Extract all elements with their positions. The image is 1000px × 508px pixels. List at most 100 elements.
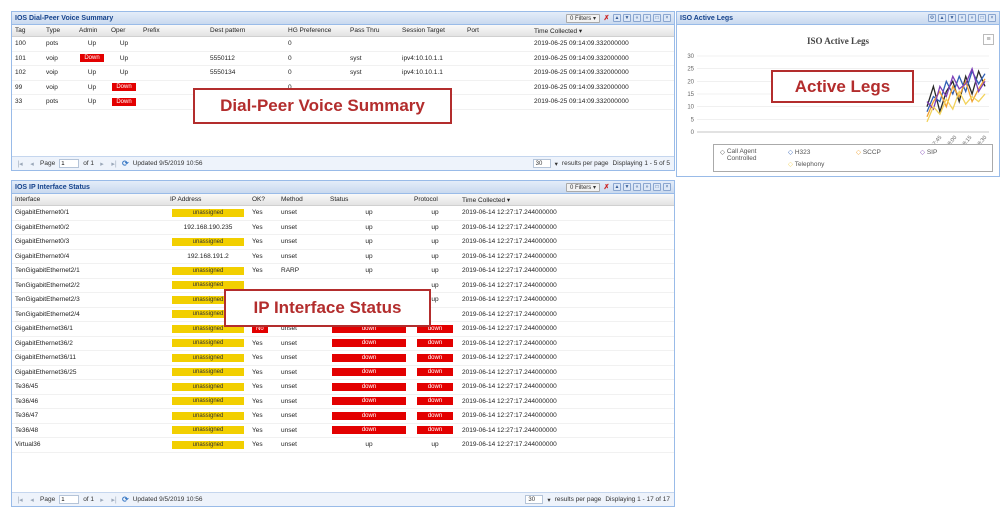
collapse-left-icon[interactable]: « xyxy=(633,183,641,191)
col-header-admin[interactable]: Admin xyxy=(76,27,108,34)
table-row[interactable]: Te36/48 unassigned Yes unset down down 2019-06… xyxy=(12,424,674,438)
col-header-ip-address[interactable]: IP Address xyxy=(167,196,249,203)
cell-time-collected: 2019-06-14 12:27:17.244000000 xyxy=(462,412,557,420)
cell-time-collected: 2019-06-25 09:14:09.332000000 xyxy=(534,69,629,77)
last-page-icon[interactable]: ▸| xyxy=(110,160,118,168)
col-header-prefix[interactable]: Prefix xyxy=(140,27,207,34)
cell-status: down xyxy=(327,339,411,348)
settings-icon[interactable]: ⚙ xyxy=(928,14,936,22)
legend-sip[interactable]: ◇ SIP xyxy=(920,148,937,156)
table-row[interactable]: GigabitEthernet36/25 unassigned Yes unset do… xyxy=(12,366,674,380)
col-header-ok[interactable]: OK? xyxy=(249,196,278,203)
expand-right-icon[interactable]: » xyxy=(643,14,651,22)
table-row[interactable]: Te36/45 unassigned Yes unset down down 2019-06… xyxy=(12,380,674,395)
legend-h323[interactable]: ◇ H323 xyxy=(788,148,810,156)
close-icon[interactable]: × xyxy=(988,14,996,22)
prev-page-icon[interactable]: ◂ xyxy=(28,160,36,168)
per-page-select[interactable]: 30 xyxy=(532,159,551,168)
dialpeer-pager: |◂ ◂ Page of 1 ▸ ▸| ⟳ Updated 9/5/2019 1… xyxy=(12,156,674,170)
close-icon[interactable]: × xyxy=(663,14,671,22)
table-row[interactable]: GigabitEthernet0/3 unassigned Yes unset up up… xyxy=(12,235,674,250)
chart-title: ISO Active Legs xyxy=(807,36,869,46)
cell-time-collected: 2019-06-14 12:27:17.244000000 xyxy=(462,252,557,260)
prev-page-icon[interactable]: ◂ xyxy=(28,496,36,504)
clear-filter-icon[interactable]: ✗ xyxy=(602,14,611,23)
refresh-icon[interactable]: ⟳ xyxy=(122,159,129,168)
col-header-session-target[interactable]: Session Target xyxy=(399,27,464,34)
col-header-oper[interactable]: Oper xyxy=(108,27,140,34)
table-row[interactable]: GigabitEthernet36/11 unassigned Yes unset do… xyxy=(12,351,674,366)
legend-telephony[interactable]: ◇ Telephony xyxy=(788,160,824,168)
table-row[interactable]: Te36/47 unassigned Yes unset down down 2019-06… xyxy=(12,409,674,424)
next-page-icon[interactable]: ▸ xyxy=(98,496,106,504)
table-row[interactable]: 101 voip Down Up 5550112 0 syst ipv4:10.10.1.1 2… xyxy=(12,52,674,66)
page-number-input[interactable] xyxy=(59,159,80,168)
col-header-time-collected[interactable]: Time Collected ▾ xyxy=(531,27,671,35)
next-page-icon[interactable]: ▸ xyxy=(98,160,106,168)
table-row[interactable]: GigabitEthernet36/2 unassigned Yes unset dow… xyxy=(12,337,674,351)
maximize-icon[interactable]: □ xyxy=(653,183,661,191)
table-row[interactable]: GigabitEthernet0/1 unassigned Yes unset up up… xyxy=(12,206,674,221)
per-page-dropdown-icon[interactable]: ▾ xyxy=(547,496,550,504)
first-page-icon[interactable]: |◂ xyxy=(16,496,24,504)
maximize-icon[interactable]: □ xyxy=(653,14,661,22)
cell-ok: Yes xyxy=(252,267,263,275)
cell-method: unset xyxy=(281,368,297,376)
col-header-status[interactable]: Status xyxy=(327,196,411,203)
cell-method: unset xyxy=(281,383,297,391)
col-header-type[interactable]: Type xyxy=(43,27,76,34)
cell-ip-address: unassigned xyxy=(167,339,249,348)
move-down-icon[interactable]: ▼ xyxy=(623,14,631,22)
table-row[interactable]: Virtual36 unassigned Yes unset up up 2019-06-1… xyxy=(12,438,674,453)
clear-filter-icon[interactable]: ✗ xyxy=(602,183,611,192)
collapse-left-icon[interactable]: « xyxy=(633,14,641,22)
cell-type: voip xyxy=(46,54,58,62)
maximize-icon[interactable]: □ xyxy=(978,14,986,22)
table-row[interactable]: TenGigabitEthernet2/1 unassigned Yes RARP up… xyxy=(12,264,674,279)
cell-time-collected: 2019-06-14 12:27:17.244000000 xyxy=(462,223,557,231)
legend-sccp[interactable]: ◇ SCCP xyxy=(856,148,881,156)
col-header-protocol[interactable]: Protocol xyxy=(411,196,459,203)
collapse-left-icon[interactable]: « xyxy=(958,14,966,22)
col-header-hg-preference[interactable]: HG Preference xyxy=(285,27,347,34)
table-row[interactable]: GigabitEthernet0/2 192.168.190.235 Yes unse… xyxy=(12,221,674,235)
chart-menu-icon[interactable]: ≡ xyxy=(983,34,994,45)
table-row[interactable]: 102 voip Up Up 5550134 0 syst ipv4:10.10.1.1 201… xyxy=(12,66,674,81)
move-up-icon[interactable]: ▲ xyxy=(613,183,621,191)
table-row[interactable]: GigabitEthernet0/4 192.168.191.2 Yes unset u… xyxy=(12,250,674,264)
table-row[interactable]: 100 pots Up Up 0 2019-06-25 09:14:09.33200000… xyxy=(12,37,674,52)
move-up-icon[interactable]: ▲ xyxy=(613,14,621,22)
cell-method: unset xyxy=(281,354,297,362)
y-tick-label: 5 xyxy=(691,117,695,123)
col-header-time-collected[interactable]: Time Collected ▾ xyxy=(459,196,609,204)
first-page-icon[interactable]: |◂ xyxy=(16,160,24,168)
col-header-method[interactable]: Method xyxy=(278,196,327,203)
col-header-dest-pattern[interactable]: Dest pattern xyxy=(207,27,285,34)
expand-right-icon[interactable]: » xyxy=(643,183,651,191)
col-header-interface[interactable]: Interface xyxy=(12,196,167,203)
table-row[interactable]: Te36/46 unassigned Yes unset down down 2019-06… xyxy=(12,395,674,409)
cell-protocol: down xyxy=(411,411,459,420)
legend-call-agent[interactable]: ◇ Call Agent Controlled xyxy=(720,148,771,162)
active-legs-chart: 05101520253007:45 08:00 08:15 08:30 xyxy=(687,54,989,149)
page-number-input[interactable] xyxy=(59,495,80,504)
ipif-filters-button[interactable]: 0 Filters ▾ xyxy=(565,182,600,192)
close-icon[interactable]: × xyxy=(663,183,671,191)
expand-right-icon[interactable]: » xyxy=(968,14,976,22)
last-page-icon[interactable]: ▸| xyxy=(110,496,118,504)
cell-interface: Virtual36 xyxy=(15,441,41,449)
move-down-icon[interactable]: ▼ xyxy=(623,183,631,191)
col-header-tag[interactable]: Tag xyxy=(12,27,43,34)
cell-interface: Te36/47 xyxy=(15,412,39,420)
refresh-icon[interactable]: ⟳ xyxy=(122,495,129,504)
cell-interface: TenGigabitEthernet2/1 xyxy=(15,267,80,275)
active-legs-panel-title: ISO Active Legs xyxy=(680,14,734,22)
col-header-pass-thru[interactable]: Pass Thru xyxy=(347,27,399,34)
move-down-icon[interactable]: ▼ xyxy=(948,14,956,22)
dialpeer-panel-title: IOS Dial-Peer Voice Summary xyxy=(15,14,114,22)
per-page-select[interactable]: 30 xyxy=(525,495,544,504)
col-header-port[interactable]: Port xyxy=(464,27,531,34)
per-page-dropdown-icon[interactable]: ▾ xyxy=(555,160,558,168)
dialpeer-filters-button[interactable]: 0 Filters ▾ xyxy=(565,13,600,23)
move-up-icon[interactable]: ▲ xyxy=(938,14,946,22)
